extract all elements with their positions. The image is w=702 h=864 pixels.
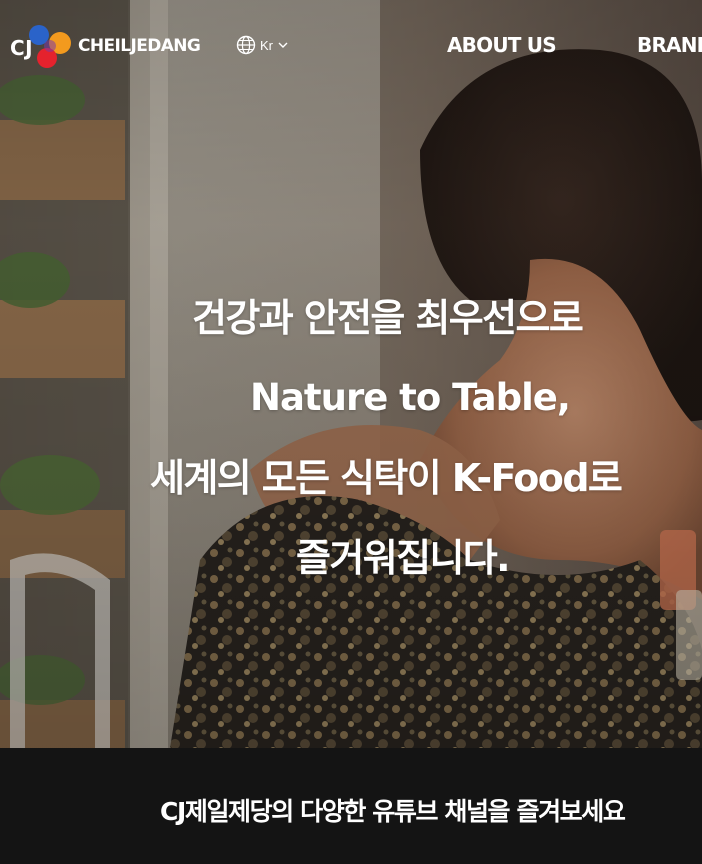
nav-about-us[interactable]: ABOUT US: [447, 33, 557, 57]
youtube-channels-link[interactable]: CJ제일제당의 다양한 유튜브 채널을 즐겨보세요: [160, 792, 626, 828]
globe-icon: [236, 35, 256, 55]
cj-cheiljedang-logo[interactable]: CJ CHEILJEDANG: [10, 14, 202, 72]
headline-line-1: 건강과 안전을 최우선으로: [192, 296, 584, 340]
logo-wordmark: CHEILJEDANG: [78, 36, 201, 56]
nav-brand[interactable]: BRAND: [637, 33, 702, 57]
chevron-down-icon: [278, 42, 288, 48]
language-selector[interactable]: Kr: [236, 34, 289, 56]
page: CJ CHEILJEDANG Kr ABOUT US BRAN 건강과 안전을 …: [0, 0, 702, 864]
site-header: CJ CHEILJEDANG Kr ABOUT US BRAN: [0, 0, 702, 92]
headline-line-4: 즐거워집니다.: [296, 536, 511, 580]
language-label: Kr: [260, 37, 273, 53]
headline-line-2: Nature to Table,: [250, 376, 571, 419]
headline-line-3: 세계의 모든 식탁이 K-Food로: [150, 456, 623, 500]
